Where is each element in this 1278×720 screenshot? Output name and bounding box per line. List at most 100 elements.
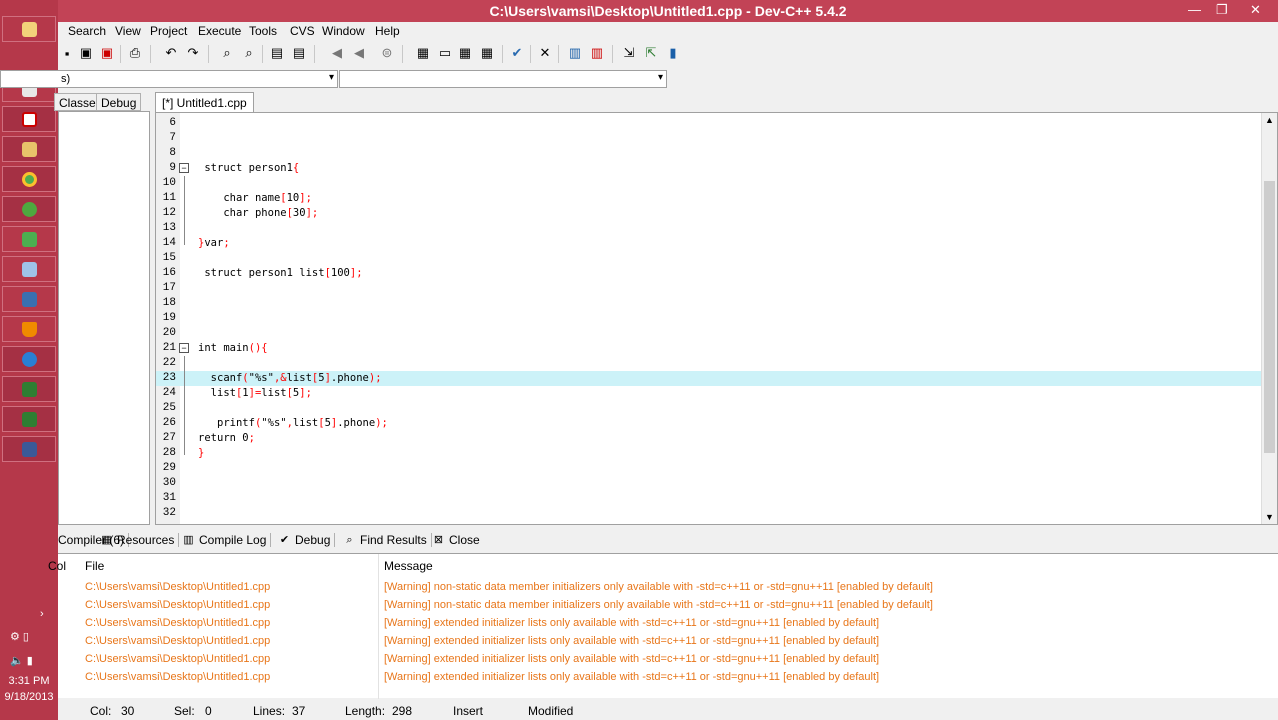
code-line[interactable]: 9− struct person1{: [156, 161, 1262, 176]
save-icon[interactable]: ▪: [58, 44, 76, 62]
menu-window[interactable]: Window: [322, 24, 365, 38]
print-icon[interactable]: ⎙: [126, 44, 144, 62]
editor-tab-untitled1[interactable]: [*] Untitled1.cpp: [155, 92, 254, 112]
tray-network-icon[interactable]: ⚙ ▯: [10, 630, 29, 643]
indent-icon[interactable]: ◀: [328, 44, 346, 62]
excel-icon[interactable]: [2, 376, 56, 402]
code-line[interactable]: 14}var;: [156, 236, 1262, 251]
excel2-icon[interactable]: [2, 406, 56, 432]
scroll-down-icon[interactable]: ▼: [1265, 512, 1274, 522]
utorrent-icon[interactable]: [2, 196, 56, 222]
code-line[interactable]: 26 printf("%s",list[5].phone);: [156, 416, 1262, 431]
menu-project[interactable]: Project: [150, 24, 187, 38]
code-line[interactable]: 28}: [156, 446, 1262, 461]
code-line[interactable]: 6: [156, 116, 1262, 131]
code-line[interactable]: 7: [156, 131, 1262, 146]
bookmark-icon[interactable]: ▮: [664, 44, 682, 62]
find-icon[interactable]: ⌕: [218, 44, 236, 62]
folder-icon[interactable]: [2, 16, 56, 42]
tab-close[interactable]: ⊠ Close: [432, 533, 484, 547]
replace-icon[interactable]: ⌕: [240, 44, 258, 62]
tab-resources[interactable]: ▦ Resources: [100, 533, 180, 547]
code-line[interactable]: 32: [156, 506, 1262, 521]
scroll-thumb[interactable]: [1264, 181, 1275, 453]
tab-compile-log[interactable]: ▥ Compile Log: [182, 533, 272, 547]
chevron-down-icon[interactable]: ▾: [329, 72, 334, 83]
close-button[interactable]: ✕: [1250, 2, 1261, 18]
ie-icon[interactable]: [2, 346, 56, 372]
message-row[interactable]: C:\Users\vamsi\Desktop\Untitled1.cpp [War…: [58, 615, 1278, 633]
tab-debug[interactable]: Debug: [96, 93, 142, 111]
menu-view[interactable]: View: [115, 24, 141, 38]
code-line[interactable]: 16 struct person1 list[100];: [156, 266, 1262, 281]
vlc-icon[interactable]: [2, 316, 56, 342]
new-project-icon[interactable]: ▦: [414, 44, 432, 62]
pdf-icon[interactable]: [2, 106, 56, 132]
app-icon[interactable]: [2, 436, 56, 462]
chrome-icon[interactable]: [2, 166, 56, 192]
code-line[interactable]: 29: [156, 461, 1262, 476]
export-icon[interactable]: ⇱: [642, 44, 660, 62]
menu-search[interactable]: Search: [68, 24, 106, 38]
code-line[interactable]: 10: [156, 176, 1262, 191]
layout-icon[interactable]: ▦: [456, 44, 474, 62]
menu-tools[interactable]: Tools: [249, 24, 277, 38]
check-icon[interactable]: ✔: [508, 44, 526, 62]
chevron-down-icon[interactable]: ▾: [658, 72, 663, 83]
scroll-up-icon[interactable]: ▲: [1265, 115, 1274, 125]
chevron-right-icon[interactable]: ›: [40, 608, 44, 620]
network-icon[interactable]: [2, 286, 56, 312]
member-combo[interactable]: ▾: [339, 70, 667, 88]
code-line[interactable]: 11 char name[10];: [156, 191, 1262, 206]
maximize-button[interactable]: ❐: [1216, 2, 1228, 18]
goto-line-icon[interactable]: ▤: [290, 44, 308, 62]
menu-execute[interactable]: Execute: [198, 24, 241, 38]
clock-time[interactable]: 3:31 PM: [0, 675, 58, 687]
col-header[interactable]: Col: [48, 559, 66, 573]
unindent-icon[interactable]: ◀: [350, 44, 368, 62]
tray-volume-icon[interactable]: 🔈 ▮: [10, 654, 33, 667]
fold-minus-icon[interactable]: −: [179, 163, 189, 173]
code-editor[interactable]: 6 7 8 9− struct person1{10 11 char name[10];…: [155, 112, 1278, 525]
code-line[interactable]: 21− int main(){: [156, 341, 1262, 356]
code-line[interactable]: 15: [156, 251, 1262, 266]
file-header[interactable]: File: [85, 559, 104, 573]
explorer-icon[interactable]: [2, 136, 56, 162]
code-line[interactable]: 31: [156, 491, 1262, 506]
message-row[interactable]: C:\Users\vamsi\Desktop\Untitled1.cpp [War…: [58, 579, 1278, 597]
code-line[interactable]: 24 list[1]=list[5];: [156, 386, 1262, 401]
close-file-icon[interactable]: ▣: [98, 44, 116, 62]
message-header[interactable]: Message: [384, 559, 433, 573]
code-line[interactable]: 19: [156, 311, 1262, 326]
debug-chart-icon[interactable]: ▥: [588, 44, 606, 62]
fold-minus-icon[interactable]: −: [179, 343, 189, 353]
code-line[interactable]: 20: [156, 326, 1262, 341]
minimize-button[interactable]: —: [1188, 2, 1201, 17]
tab-debug-output[interactable]: ✔ Debug: [278, 533, 336, 547]
toggle-comment-icon[interactable]: ⊜: [378, 44, 396, 62]
code-line[interactable]: 27 return 0;: [156, 431, 1262, 446]
cancel-icon[interactable]: ✕: [536, 44, 554, 62]
code-line[interactable]: 18: [156, 296, 1262, 311]
chart-icon[interactable]: ▥: [566, 44, 584, 62]
message-row[interactable]: C:\Users\vamsi\Desktop\Untitled1.cpp [War…: [58, 651, 1278, 669]
code-line[interactable]: 12 char phone[30];: [156, 206, 1262, 221]
green-app-icon[interactable]: [2, 226, 56, 252]
code-line[interactable]: 22: [156, 356, 1262, 371]
code-line[interactable]: 30: [156, 476, 1262, 491]
message-row[interactable]: C:\Users\vamsi\Desktop\Untitled1.cpp [War…: [58, 597, 1278, 615]
import-icon[interactable]: ⇲: [620, 44, 638, 62]
compiler-messages[interactable]: Col File Message C:\Users\vamsi\Desktop\…: [48, 553, 1278, 699]
code-line[interactable]: 8: [156, 146, 1262, 161]
message-row[interactable]: C:\Users\vamsi\Desktop\Untitled1.cpp [War…: [58, 669, 1278, 687]
tab-find-results[interactable]: ⌕ Find Results: [343, 533, 432, 547]
clock-date[interactable]: 9/18/2013: [0, 691, 58, 703]
code-line[interactable]: 17: [156, 281, 1262, 296]
menu-help[interactable]: Help: [375, 24, 400, 38]
code-line[interactable]: 23 scanf("%s",&list[5].phone);: [156, 371, 1262, 386]
message-row[interactable]: C:\Users\vamsi\Desktop\Untitled1.cpp [War…: [58, 633, 1278, 651]
cube-icon[interactable]: [2, 256, 56, 282]
class-icon[interactable]: ▭: [436, 44, 454, 62]
code-line[interactable]: 13: [156, 221, 1262, 236]
goto-icon[interactable]: ▤: [268, 44, 286, 62]
